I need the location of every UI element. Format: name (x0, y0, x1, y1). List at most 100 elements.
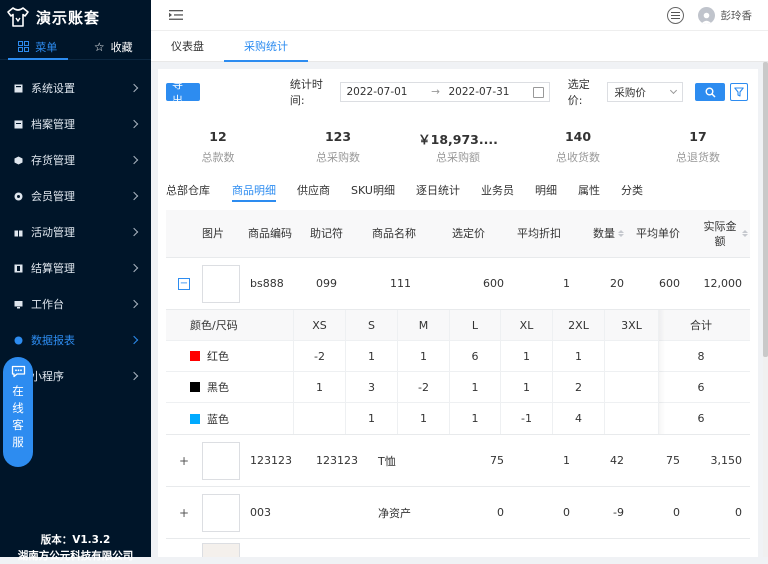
date-range-picker[interactable]: 2022-07-01 → 2022-07-31 (340, 82, 549, 102)
color-name: 红色 (207, 348, 229, 364)
scrollbar-thumb[interactable] (763, 62, 768, 357)
stat-total-purchases: 123总采购数 (278, 129, 398, 165)
image-cell (202, 543, 248, 557)
star-icon: ☆ (94, 40, 105, 54)
expand-cell: − (166, 278, 202, 290)
collapse-row-button[interactable]: − (178, 278, 190, 290)
mnemonic-cell: 123123 (310, 454, 372, 467)
column-header-label: 数量 (593, 226, 615, 241)
subtab-product-detail[interactable]: 商品明细 (232, 179, 284, 201)
service-char: 线 (12, 400, 24, 417)
stat-value: 123 (325, 129, 351, 144)
sidebar-tab-favorites[interactable]: ☆ 收藏 (76, 34, 152, 59)
start-date: 2022-07-01 (346, 86, 428, 98)
tab-dashboard[interactable]: 仪表盘 (151, 31, 224, 61)
sidebar-item-label: 档案管理 (31, 116, 131, 132)
logo: 演示账套 (0, 0, 151, 34)
funnel-icon (734, 87, 744, 97)
color-swatch (190, 351, 200, 361)
sidebar-item-archive[interactable]: 档案管理 (0, 106, 151, 142)
sidebar-item-system-settings[interactable]: 系统设置 (0, 70, 151, 106)
subtab-salesperson[interactable]: 业务员 (481, 179, 522, 201)
sidebar-item-members[interactable]: 会员管理 (0, 178, 151, 214)
sidebar-item-label: 活动管理 (31, 224, 131, 240)
detail-cell: 3 (346, 372, 398, 402)
subtab-daily[interactable]: 逐日统计 (416, 179, 468, 201)
qty-cell: 20 (574, 277, 624, 290)
hamburger-icon (671, 12, 680, 19)
detail-cell: 4 (553, 403, 605, 434)
sidebar-item-settlement[interactable]: 结算管理 (0, 250, 151, 286)
subtab-sku-detail[interactable]: SKU明细 (351, 179, 403, 201)
chevron-right-icon (130, 156, 138, 164)
sidebar-item-workbench[interactable]: 工作台 (0, 286, 151, 322)
amount-column-header[interactable]: 实际金额 (680, 210, 750, 257)
stat-value: 12 (209, 129, 226, 144)
image-cell (202, 494, 248, 532)
tab-label: 采购统计 (244, 38, 288, 54)
collapse-menu-icon[interactable] (169, 9, 183, 21)
filter-button[interactable] (730, 83, 748, 101)
detail-header-cell: M (398, 310, 450, 340)
color-name: 蓝色 (207, 411, 229, 427)
expand-row-button[interactable]: + (178, 507, 190, 519)
chat-bubble-icon (11, 365, 26, 378)
app-version: 版本：V1.3.2 (0, 532, 151, 548)
color-name: 黑色 (207, 379, 229, 395)
sidebar-item-reports[interactable]: 数据报表 (0, 322, 151, 358)
tab-purchase-stats[interactable]: 采购统计 (224, 31, 308, 61)
detail-header-cell: 2XL (553, 310, 605, 340)
company-name: 湖南方公元科技有限公司 (0, 548, 151, 564)
sidebar-item-activities[interactable]: 活动管理 (0, 214, 151, 250)
export-button[interactable]: 导出 (166, 83, 200, 101)
avatar[interactable] (698, 7, 715, 24)
chevron-right-icon (130, 300, 138, 308)
subtab-category[interactable]: 分类 (621, 179, 651, 201)
stat-label: 总退货数 (676, 149, 720, 165)
sidebar-item-label: 结算管理 (31, 260, 131, 276)
detail-cell: -2 (398, 372, 450, 402)
detail-header-cell: S (346, 310, 398, 340)
qty-cell: 42 (574, 454, 624, 467)
sidebar-item-inventory[interactable]: 存货管理 (0, 142, 151, 178)
chevron-right-icon (130, 120, 138, 128)
expand-row-button[interactable]: + (178, 455, 190, 467)
arrow-right-icon: → (428, 86, 442, 98)
end-date: 2022-07-31 (448, 86, 532, 98)
color-swatch (190, 414, 200, 424)
service-char: 客 (12, 417, 24, 434)
stat-label: 总款数 (202, 149, 235, 165)
chevron-right-icon (130, 336, 138, 344)
expand-cell: + (166, 455, 202, 467)
report-icon (14, 336, 23, 345)
table-row[interactable] (166, 539, 750, 557)
settings-icon (14, 84, 23, 93)
subtab-detail[interactable]: 明细 (535, 179, 565, 201)
column-header: 助记符 (310, 210, 372, 257)
column-header: 选定价 (452, 210, 504, 257)
detail-cell: 1 (346, 403, 398, 434)
menu-circle-button[interactable] (667, 7, 684, 24)
qty-column-header[interactable]: 数量 (574, 210, 624, 257)
column-header: 图片 (202, 210, 248, 257)
subtab-attribute[interactable]: 属性 (578, 179, 608, 201)
table-row[interactable]: − bs888 099 111 600 1 20 600 12,000 (166, 258, 750, 310)
price-cell: 0 (452, 506, 504, 519)
subtab-supplier[interactable]: 供应商 (297, 179, 338, 201)
page-scrollbar[interactable] (763, 62, 768, 557)
avg-price-cell: 600 (624, 277, 680, 290)
sidebar-item-label: 小程序 (31, 368, 131, 384)
sidebar-item-label: 存货管理 (31, 152, 131, 168)
subtab-hq-warehouse[interactable]: 总部仓库 (166, 179, 218, 201)
table-row[interactable]: + 003 净资产 0 0 -9 0 0 (166, 487, 750, 539)
stat-value: 17 (689, 129, 706, 144)
online-service-button[interactable]: 在 线 客 服 (3, 357, 33, 467)
search-button[interactable] (695, 83, 725, 101)
user-name[interactable]: 彭玲香 (721, 8, 753, 23)
grid-icon (18, 41, 29, 52)
image-cell (202, 442, 248, 480)
table-row[interactable]: + 123123 123123 T恤 75 1 42 75 3,150 (166, 435, 750, 487)
sidebar-tab-menu[interactable]: 菜单 (0, 34, 76, 59)
fixed-column-shadow (659, 310, 665, 434)
price-select[interactable]: 采购价 (607, 82, 683, 102)
